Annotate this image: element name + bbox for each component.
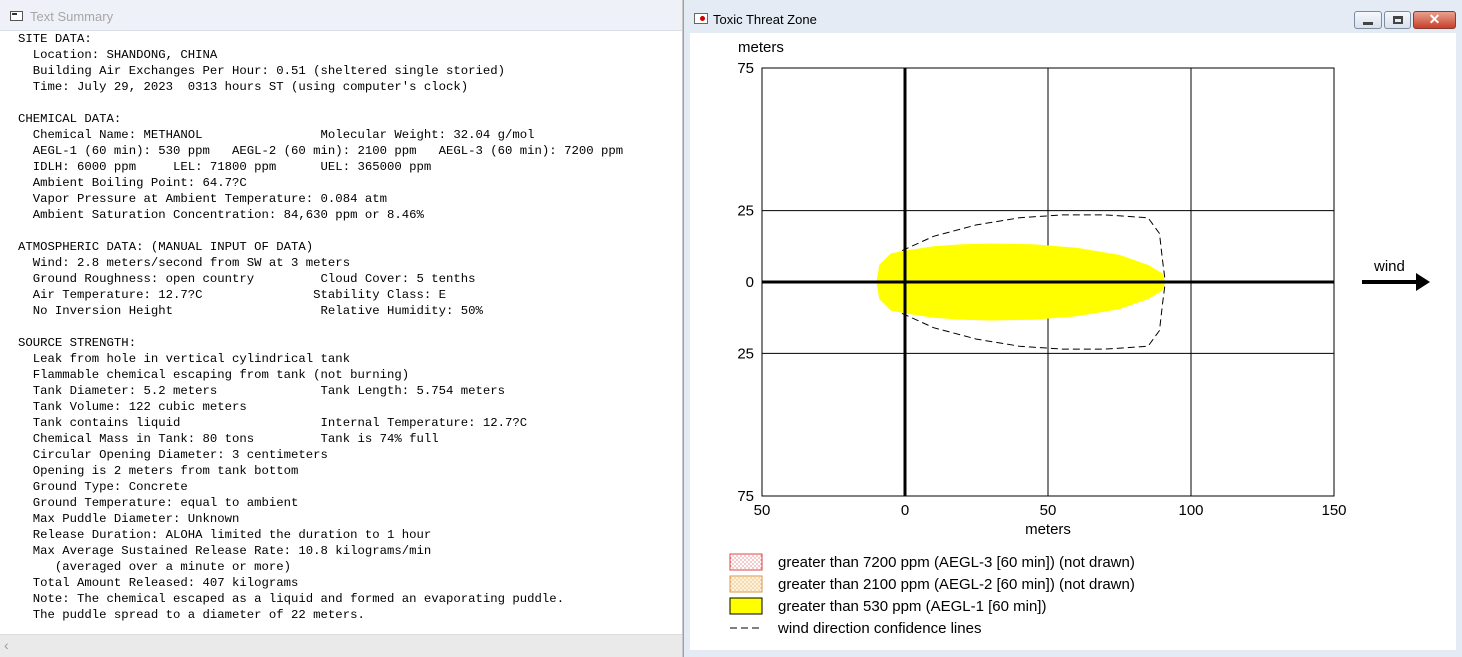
legend-label: greater than 2100 ppm (AEGL-2 [60 min]) …	[778, 576, 1135, 593]
summary-line: AEGL-1 (60 min): 530 ppm AEGL-2 (60 min)…	[32, 144, 624, 158]
x-axis-label: meters	[1025, 521, 1071, 538]
summary-line: Vapor Pressure at Ambient Temperature: 0…	[32, 192, 387, 206]
summary-line: Air Temperature: 12.7?C Stability Class:…	[32, 288, 447, 302]
summary-line: SITE DATA:	[18, 32, 92, 46]
wind-arrow-icon	[1416, 273, 1430, 291]
summary-line: Flammable chemical escaping from tank (n…	[32, 368, 410, 382]
close-icon: ✕	[1428, 11, 1441, 27]
summary-line: Ground Type: Concrete	[32, 480, 188, 494]
summary-text: SITE DATA: Location: SHANDONG, CHINA Bui…	[18, 31, 623, 623]
y-tick-label: 75	[737, 60, 754, 77]
window-title: Toxic Threat Zone	[713, 12, 817, 27]
toxic-threat-zone-window: Toxic Threat Zone ✕ 50 0 50 100 150 75 2…	[683, 0, 1462, 657]
summary-line: Release Duration: ALOHA limited the dura…	[32, 528, 432, 542]
y-tick-label: 0	[746, 274, 754, 291]
summary-line: Tank contains liquid Internal Temperatur…	[32, 416, 528, 430]
close-button[interactable]: ✕	[1413, 11, 1456, 29]
summary-line: Ambient Saturation Concentration: 84,630…	[32, 208, 424, 222]
x-tick-label: 100	[1178, 502, 1203, 519]
summary-line: (averaged over a minute or more)	[54, 560, 292, 574]
threat-app-icon	[694, 13, 708, 24]
summary-line: Chemical Name: METHANOL Molecular Weight…	[32, 128, 535, 142]
maximize-icon	[1393, 16, 1403, 24]
x-tick-label: 0	[901, 502, 909, 519]
summary-line: Wind: 2.8 meters/second from SW at 3 met…	[32, 256, 351, 270]
text-summary-titlebar[interactable]: Text Summary	[0, 0, 682, 31]
window-title: Text Summary	[30, 9, 114, 24]
scroll-left-arrow-icon[interactable]: ‹	[4, 637, 9, 653]
y-axis-label: meters	[738, 39, 784, 56]
y-tick-label: 25	[737, 345, 754, 362]
summary-line: Location: SHANDONG, CHINA	[32, 48, 218, 62]
summary-line: The puddle spread to a diameter of 22 me…	[32, 608, 365, 622]
wind-label: wind	[1373, 258, 1405, 275]
legend-swatch	[729, 553, 763, 571]
summary-line: Opening is 2 meters from tank bottom	[32, 464, 299, 478]
summary-line: Max Average Sustained Release Rate: 10.8…	[32, 544, 432, 558]
summary-line: Ground Temperature: equal to ambient	[32, 496, 299, 510]
summary-line: Total Amount Released: 407 kilograms	[32, 576, 299, 590]
summary-line: Tank Volume: 122 cubic meters	[32, 400, 247, 414]
legend-swatch	[729, 597, 763, 615]
x-tick-label: 50	[1040, 502, 1057, 519]
minimize-icon	[1363, 22, 1373, 25]
x-tick-label: 150	[1321, 502, 1346, 519]
summary-line: Leak from hole in vertical cylindrical t…	[32, 352, 351, 366]
legend-label: greater than 530 ppm (AEGL-1 [60 min])	[778, 598, 1046, 615]
summary-line: Circular Opening Diameter: 3 centimeters	[32, 448, 328, 462]
x-tick-label: 50	[754, 502, 771, 519]
summary-line: ATMOSPHERIC DATA: (MANUAL INPUT OF DATA)	[18, 240, 314, 254]
legend-label: greater than 7200 ppm (AEGL-3 [60 min]) …	[778, 554, 1135, 571]
summary-line: IDLH: 6000 ppm LEL: 71800 ppm UEL: 36500…	[32, 160, 432, 174]
threat-zone-titlebar[interactable]: Toxic Threat Zone ✕	[684, 0, 1462, 33]
summary-line: No Inversion Height Relative Humidity: 5…	[32, 304, 483, 318]
summary-line: Ground Roughness: open country Cloud Cov…	[32, 272, 476, 286]
summary-line: Max Puddle Diameter: Unknown	[32, 512, 240, 526]
summary-line: Note: The chemical escaped as a liquid a…	[32, 592, 565, 606]
maximize-button[interactable]	[1384, 11, 1411, 29]
summary-line: SOURCE STRENGTH:	[18, 336, 137, 350]
text-summary-window: Text Summary SITE DATA: Location: SHANDO…	[0, 0, 683, 657]
y-tick-label: 75	[737, 488, 754, 505]
y-tick-label: 25	[737, 203, 754, 220]
summary-line: CHEMICAL DATA:	[18, 112, 122, 126]
summary-line: Chemical Mass in Tank: 80 tons Tank is 7…	[32, 432, 439, 446]
threat-zone-client-area: 50 0 50 100 150 75 25 0 25 75 meters meters wind gre…	[690, 33, 1456, 650]
horizontal-scrollbar[interactable]: ‹	[0, 634, 682, 657]
summary-line: Ambient Boiling Point: 64.7?C	[32, 176, 247, 190]
threat-zone-chart: 50 0 50 100 150 75 25 0 25 75 meters meters wind gre…	[729, 39, 1430, 637]
summary-line: Tank Diameter: 5.2 meters Tank Length: 5…	[32, 384, 506, 398]
legend-swatch	[729, 575, 763, 593]
minimize-button[interactable]	[1354, 11, 1382, 29]
summary-line: Time: July 29, 2023 0313 hours ST (using…	[32, 80, 469, 94]
window-app-icon	[10, 11, 23, 21]
legend-label: wind direction confidence lines	[777, 620, 981, 637]
summary-line: Building Air Exchanges Per Hour: 0.51 (s…	[32, 64, 506, 78]
